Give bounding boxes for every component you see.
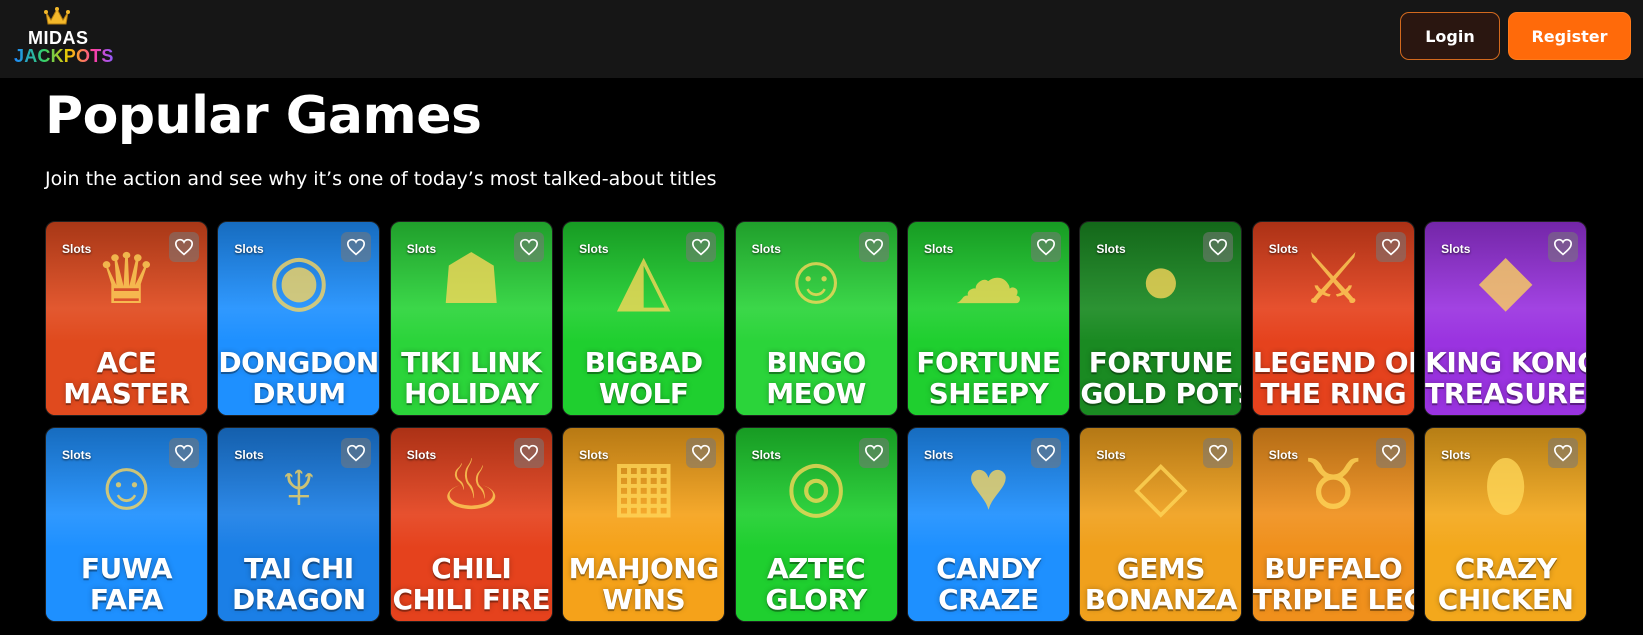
game-card[interactable]: ♨ Slots CHILI CHILI FIRE	[389, 427, 553, 622]
favorite-button[interactable]	[513, 232, 544, 262]
heart-icon	[1554, 238, 1573, 256]
game-category-tag: Slots	[406, 448, 437, 462]
favorite-button[interactable]	[1030, 232, 1061, 262]
game-card[interactable]: ◉SlotsDONGDONG DRUM	[217, 221, 381, 416]
game-card[interactable]: ☗ Slots TIKI LINK HOLIDAY	[389, 221, 553, 416]
game-category-tag: Slots	[406, 242, 437, 256]
heart-icon	[174, 238, 194, 256]
game-category-tag: Slots	[234, 448, 264, 462]
heart-icon	[1036, 444, 1055, 462]
favorite-button[interactable]	[1375, 232, 1406, 262]
game-title: FORTUNE GOLD POTS	[1080, 347, 1241, 409]
heart-icon	[1554, 444, 1573, 462]
game-card[interactable]: ☺ Slots FUWA FAFA	[45, 427, 208, 622]
favorite-button[interactable]	[1375, 438, 1406, 468]
game-title: MAHJONG WINS	[568, 553, 720, 615]
game-category-tag: Slots	[579, 448, 609, 462]
midas-jackpots-logo[interactable]: MIDAS JACKPOTS	[14, 6, 113, 66]
game-category-tag: Slots	[62, 242, 92, 256]
game-card[interactable]: ●SlotsFORTUNE GOLD POTS	[1079, 221, 1243, 416]
game-title: KING KONG TREASURE	[1425, 347, 1587, 409]
game-category-tag: Slots	[1441, 242, 1471, 256]
game-title: FORTUNE SHEEPY	[916, 347, 1061, 409]
heart-icon	[347, 444, 366, 462]
game-title: AZTEC GLORY	[765, 553, 867, 615]
game-category-tag: Slots	[923, 448, 954, 462]
game-title: LEGEND OF THE RING	[1252, 347, 1414, 409]
game-card[interactable]: ⚔SlotsLEGEND OF THE RING	[1251, 221, 1415, 416]
favorite-button[interactable]	[169, 438, 199, 468]
favorite-button[interactable]	[686, 232, 717, 262]
top-header: MIDAS JACKPOTS Login Register	[0, 0, 1643, 78]
game-title: CRAZY CHICKEN	[1437, 553, 1574, 615]
game-category-tag: Slots	[579, 242, 609, 256]
heart-icon	[1381, 238, 1400, 256]
game-category-tag: Slots	[62, 448, 92, 462]
heart-icon	[1209, 444, 1228, 462]
game-card[interactable]: ☺ Slots BINGO MEOW	[734, 221, 898, 416]
heart-icon	[1381, 444, 1400, 462]
favorite-button[interactable]	[513, 438, 544, 468]
logo-text-jackpots: JACKPOTS	[14, 46, 114, 66]
game-category-tag: Slots	[1096, 242, 1126, 256]
game-title: TAI CHI DRAGON	[232, 553, 366, 615]
game-title: CANDY CRAZE	[936, 553, 1041, 615]
favorite-button[interactable]	[341, 438, 372, 468]
game-card[interactable]: ▦ Slots MAHJONG WINS	[562, 427, 726, 622]
game-category-tag: Slots	[1268, 242, 1299, 256]
game-title: BIGBAD WOLF	[584, 347, 704, 409]
crown-icon	[44, 7, 70, 25]
game-title: BUFFALO TRIPLE LEGEND	[1252, 553, 1414, 615]
game-title: ACE MASTER	[63, 347, 190, 409]
game-card[interactable]: ◎ Slots AZTEC GLORY	[734, 427, 898, 622]
register-button[interactable]: Register	[1508, 12, 1631, 60]
game-title: CHILI CHILI FIRE	[392, 553, 551, 615]
game-card[interactable]: ◇ Slots GEMS BONANZA	[1079, 427, 1243, 622]
game-card[interactable]: ♥ Slots CANDY CRAZE	[906, 427, 1070, 622]
game-category-tag: Slots	[751, 242, 781, 256]
heart-icon	[519, 444, 538, 462]
game-card[interactable]: ◆SlotsKING KONG TREASURE	[1424, 221, 1588, 416]
favorite-button[interactable]	[1030, 438, 1061, 468]
heart-icon	[692, 444, 711, 462]
game-title: GEMS BONANZA	[1084, 553, 1238, 615]
game-title: DONGDONG DRUM	[218, 347, 379, 409]
game-category-tag: Slots	[1441, 448, 1471, 462]
game-card[interactable]: ◭ Slots BIGBAD WOLF	[562, 221, 726, 416]
heart-icon	[347, 238, 366, 256]
favorite-button[interactable]	[858, 438, 889, 468]
game-title: BINGO MEOW	[766, 347, 866, 409]
favorite-button[interactable]	[858, 232, 889, 262]
games-grid: ♛SlotsACE MASTER◉SlotsDONGDONG DRUM☗Slot…	[45, 221, 1590, 622]
favorite-button[interactable]	[686, 438, 717, 468]
game-card[interactable]: ♛ Slots ACE MASTER	[45, 221, 208, 416]
favorite-button[interactable]	[341, 232, 372, 262]
heart-icon	[519, 238, 538, 256]
game-card[interactable]: ☁ Slots FORTUNE SHEEPY	[906, 221, 1070, 416]
favorite-button[interactable]	[1548, 232, 1579, 262]
game-card[interactable]: ⬮ Slots CRAZY CHICKEN	[1424, 427, 1588, 622]
favorite-button[interactable]	[169, 232, 199, 262]
game-category-tag: Slots	[751, 448, 781, 462]
page-subtitle: Join the action and see why it’s one of …	[45, 168, 717, 190]
favorite-button[interactable]	[1203, 232, 1234, 262]
heart-icon	[864, 238, 883, 256]
heart-icon	[1209, 238, 1228, 256]
favorite-button[interactable]	[1203, 438, 1234, 468]
game-category-tag: Slots	[923, 242, 954, 256]
game-category-tag: Slots	[1268, 448, 1299, 462]
game-title: FUWA FAFA	[80, 553, 173, 615]
login-button[interactable]: Login	[1400, 12, 1500, 60]
heart-icon	[864, 444, 883, 462]
favorite-button[interactable]	[1548, 438, 1579, 468]
game-category-tag: Slots	[234, 242, 264, 256]
game-category-tag: Slots	[1096, 448, 1126, 462]
heart-icon	[174, 444, 194, 462]
heart-icon	[692, 238, 711, 256]
game-title: TIKI LINK HOLIDAY	[401, 347, 542, 409]
page-title: Popular Games	[45, 86, 482, 146]
heart-icon	[1036, 238, 1055, 256]
game-card[interactable]: ♆ Slots TAI CHI DRAGON	[217, 427, 381, 622]
game-card[interactable]: ♉SlotsBUFFALO TRIPLE LEGEND	[1251, 427, 1415, 622]
